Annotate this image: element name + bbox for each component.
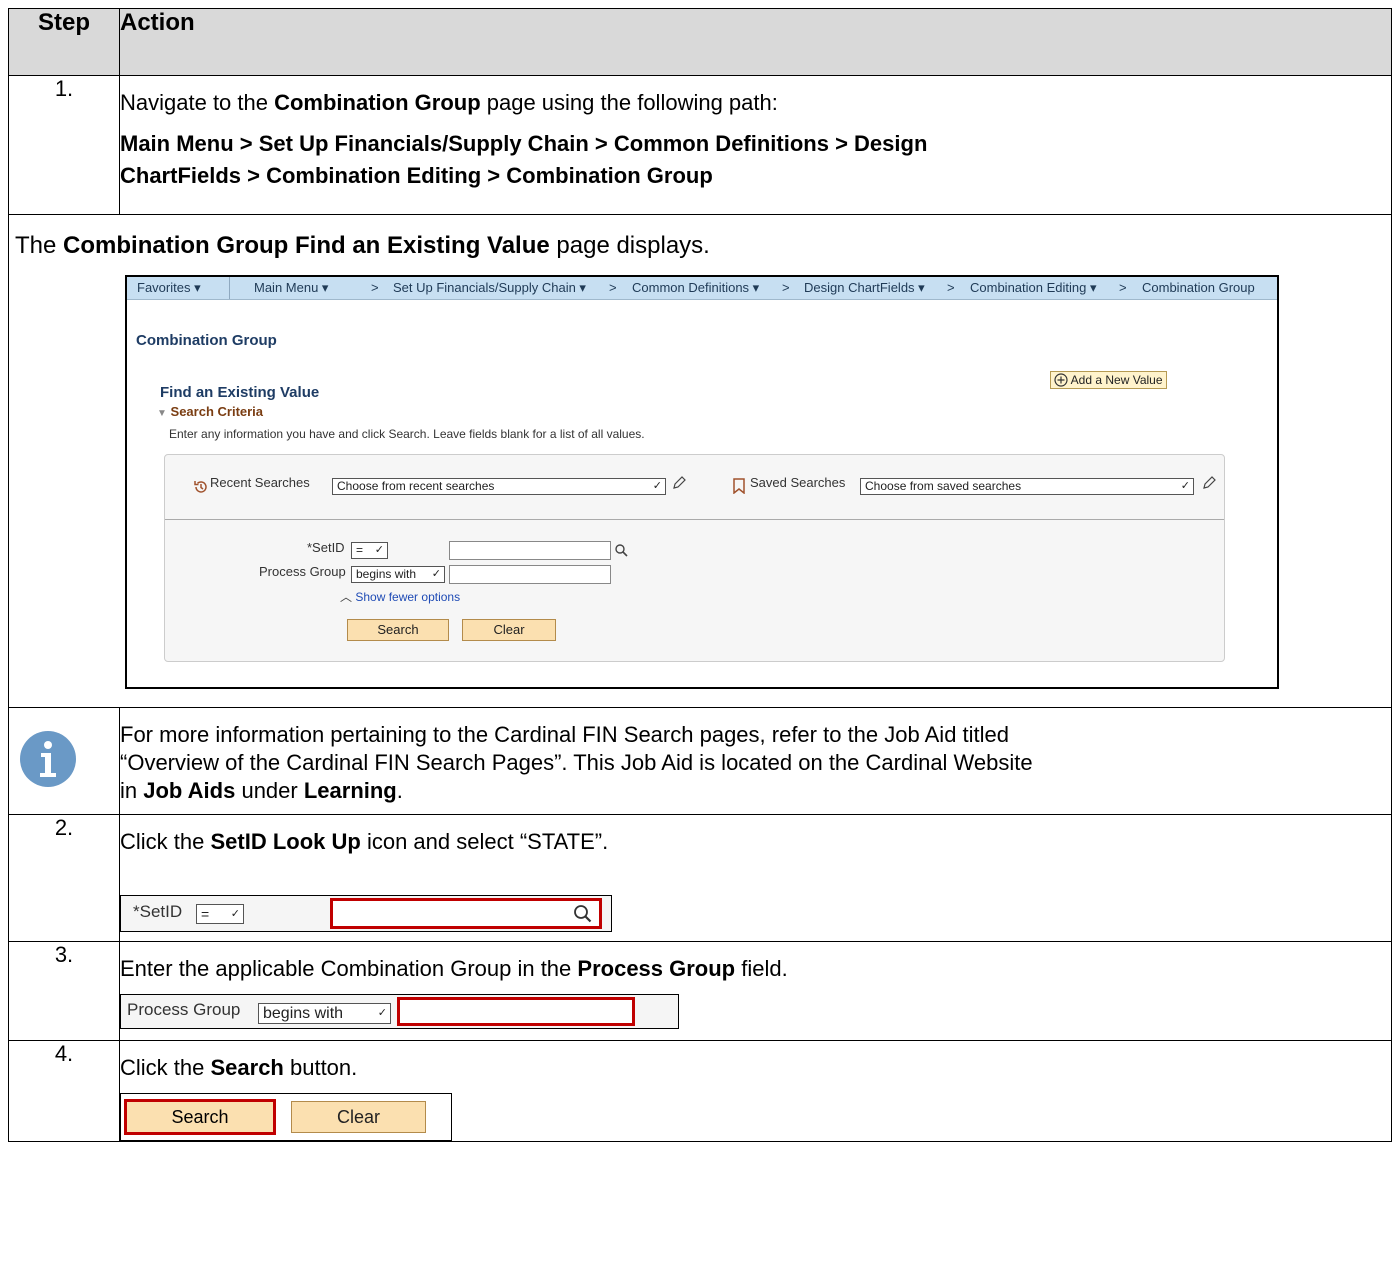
step4-instruction: Click the Search button. (120, 1055, 358, 1080)
chevron-down-icon: ✓ (230, 908, 240, 920)
info-icon (20, 731, 76, 787)
recent-searches-select[interactable]: Choose from recent searches ✓ (332, 478, 666, 495)
nav-favorites[interactable]: Favorites ▾ (137, 280, 201, 296)
bookmark-icon (733, 478, 745, 494)
search-criteria-toggle[interactable]: ▼ Search Criteria (157, 404, 263, 419)
action-column-header: Action (119, 8, 1392, 76)
nav-common-definitions[interactable]: Common Definitions ▾ (632, 280, 759, 296)
header-row: Step Action (8, 8, 1392, 76)
chevron-down-icon: ✓ (374, 544, 384, 556)
step-action: Click the SetID Look Up icon and select … (119, 814, 1392, 942)
nav-design-chartfields[interactable]: Design ChartFields ▾ (804, 280, 925, 296)
step-number: 1. (8, 75, 120, 215)
chevron-down-icon: ✓ (377, 1007, 387, 1019)
plus-circle-icon (1054, 373, 1068, 387)
setid-lookup-screenshot: *SetID = ✓ (120, 895, 612, 932)
step-column-header: Step (8, 8, 120, 76)
process-group-input[interactable] (449, 565, 611, 584)
recent-searches-label: Recent Searches (210, 475, 310, 490)
find-existing-heading: Find an Existing Value (160, 384, 320, 401)
triangle-down-icon: ▼ (157, 408, 167, 419)
search-buttons-screenshot: Search Clear (120, 1093, 452, 1141)
search-button[interactable]: Search (347, 619, 449, 641)
pencil-icon[interactable] (1201, 475, 1217, 491)
info-text-cell: For more information pertaining to the C… (119, 707, 1392, 815)
setid-operator-select[interactable]: = ✓ (351, 542, 388, 559)
step-action: Navigate to the Combination Group page u… (119, 75, 1392, 215)
process-group-operator-select[interactable]: begins with ✓ (258, 1003, 391, 1024)
process-group-operator-select[interactable]: begins with ✓ (351, 566, 445, 583)
displays-row: The Combination Group Find an Existing V… (8, 214, 1392, 708)
chevron-up-icon: ︿ (340, 590, 353, 604)
step-row-1: 1. Navigate to the Combination Group pag… (8, 75, 1392, 215)
search-instructions: Enter any information you have and click… (169, 427, 645, 441)
step1-instruction: Navigate to the Combination Group page u… (120, 90, 778, 115)
step-action: Click the Search button. Search Clear (119, 1040, 1392, 1142)
process-group-label: Process Group (259, 564, 346, 579)
steps-table: Step Action 1. Navigate to the Combinati… (8, 8, 1392, 1142)
step2-instruction: Click the SetID Look Up icon and select … (120, 829, 609, 854)
chevron-down-icon: ✓ (431, 568, 441, 580)
search-panel: Recent Searches Choose from recent searc… (164, 454, 1225, 662)
process-group-screenshot: Process Group begins with ✓ (120, 994, 679, 1029)
nav-chevron: > (609, 280, 617, 295)
setid-label: *SetID (307, 540, 345, 555)
page-title: Combination Group (136, 332, 277, 349)
saved-searches-select[interactable]: Choose from saved searches ✓ (860, 478, 1194, 495)
pencil-icon[interactable] (671, 475, 687, 491)
step-row-3: 3. Enter the applicable Combination Grou… (8, 941, 1392, 1041)
chevron-down-icon: ✓ (652, 480, 662, 492)
magnifier-icon[interactable] (614, 543, 628, 557)
nav-chevron: > (371, 280, 379, 295)
setid-input-highlight[interactable] (330, 898, 602, 929)
nav-chevron: > (947, 280, 955, 295)
panel-divider (165, 519, 1224, 520)
displays-cell: The Combination Group Find an Existing V… (8, 214, 1392, 708)
setid-operator-select[interactable]: = ✓ (196, 904, 244, 924)
search-page-screenshot: Favorites ▾ Main Menu ▾ > Set Up Financi… (125, 275, 1279, 689)
process-group-input-highlight[interactable] (397, 997, 635, 1026)
chevron-down-icon: ✓ (1180, 480, 1190, 492)
nav-breadcrumb-bar: Favorites ▾ Main Menu ▾ > Set Up Financi… (127, 277, 1277, 300)
step-number: 2. (8, 814, 120, 942)
nav-chevron: > (1119, 280, 1127, 295)
process-group-label: Process Group (127, 1000, 241, 1019)
navigation-path: Main Menu > Set Up Financials/Supply Cha… (120, 131, 928, 188)
setid-input[interactable] (449, 541, 611, 560)
step3-instruction: Enter the applicable Combination Group i… (120, 956, 788, 981)
nav-combination-editing[interactable]: Combination Editing ▾ (970, 280, 1096, 296)
magnifier-icon[interactable] (573, 904, 593, 924)
step-row-4: 4. Click the Search button. Search Clear (8, 1040, 1392, 1142)
nav-main-menu[interactable]: Main Menu ▾ (254, 280, 328, 296)
show-fewer-options-link[interactable]: ︿ Show fewer options (340, 588, 460, 605)
nav-chevron: > (782, 280, 790, 295)
history-icon (194, 481, 207, 493)
nav-combination-group[interactable]: Combination Group (1142, 280, 1255, 295)
clear-button[interactable]: Clear (291, 1101, 426, 1133)
step-action: Enter the applicable Combination Group i… (119, 941, 1392, 1041)
step-number: 3. (8, 941, 120, 1041)
nav-setup-financials[interactable]: Set Up Financials/Supply Chain ▾ (393, 280, 586, 296)
nav-divider (229, 277, 230, 299)
info-row: For more information pertaining to the C… (8, 707, 1392, 815)
step-row-2: 2. Click the SetID Look Up icon and sele… (8, 814, 1392, 942)
displays-text: The Combination Group Find an Existing V… (15, 232, 710, 259)
setid-label: *SetID (133, 902, 183, 921)
info-icon-cell (8, 707, 120, 815)
saved-searches-label: Saved Searches (750, 475, 846, 490)
info-text: For more information pertaining to the C… (120, 722, 1033, 803)
search-button-highlight[interactable]: Search (124, 1099, 276, 1135)
step-number: 4. (8, 1040, 120, 1142)
clear-button[interactable]: Clear (462, 619, 556, 641)
add-new-value-button[interactable]: Add a New Value (1050, 371, 1167, 389)
